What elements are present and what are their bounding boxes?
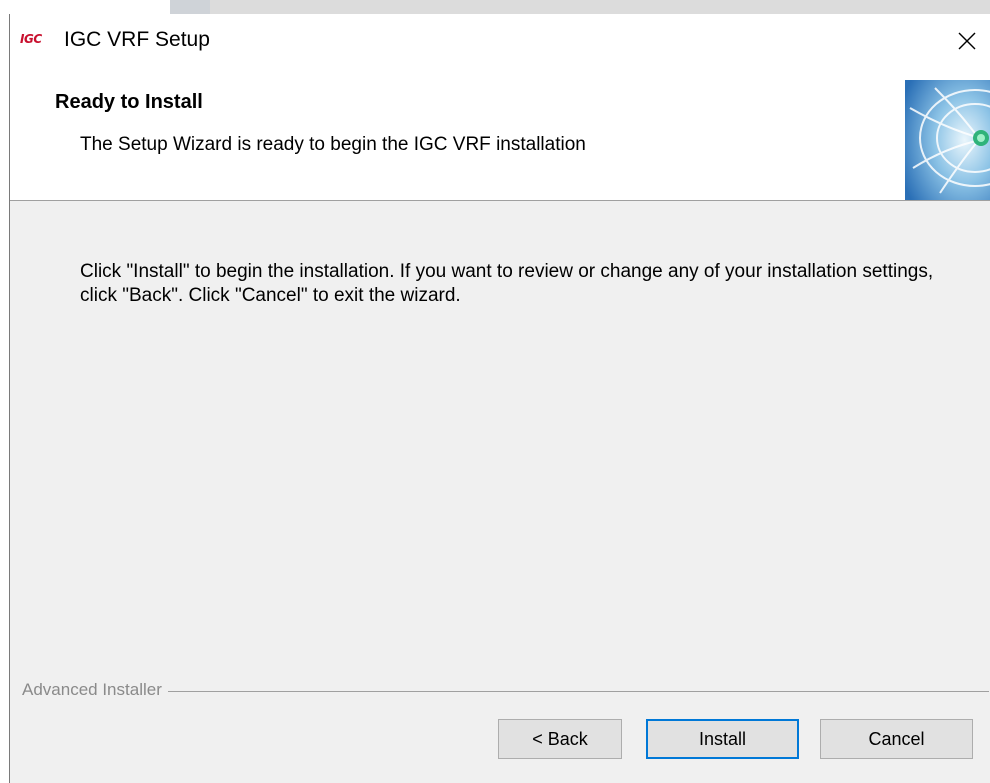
wizard-banner-graphic — [905, 68, 990, 200]
page-description: The Setup Wizard is ready to begin the I… — [80, 134, 586, 155]
setup-wizard-window: IGC IGC VRF Setup Ready to Install The S… — [9, 14, 990, 783]
cancel-button[interactable]: Cancel — [820, 719, 973, 759]
background-window-strip — [0, 0, 990, 14]
installer-brand-label: Advanced Installer — [22, 680, 168, 700]
close-button[interactable] — [944, 14, 990, 68]
back-button[interactable]: < Back — [498, 719, 622, 759]
close-icon — [958, 32, 976, 50]
install-instructions: Click "Install" to begin the installatio… — [80, 261, 934, 306]
app-logo: IGC — [20, 32, 42, 46]
install-button[interactable]: Install — [646, 719, 799, 759]
window-title: IGC VRF Setup — [64, 28, 210, 51]
page-title: Ready to Install — [55, 91, 203, 113]
title-bar: IGC IGC VRF Setup — [10, 14, 990, 68]
wizard-header: Ready to Install The Setup Wizard is rea… — [10, 68, 990, 201]
